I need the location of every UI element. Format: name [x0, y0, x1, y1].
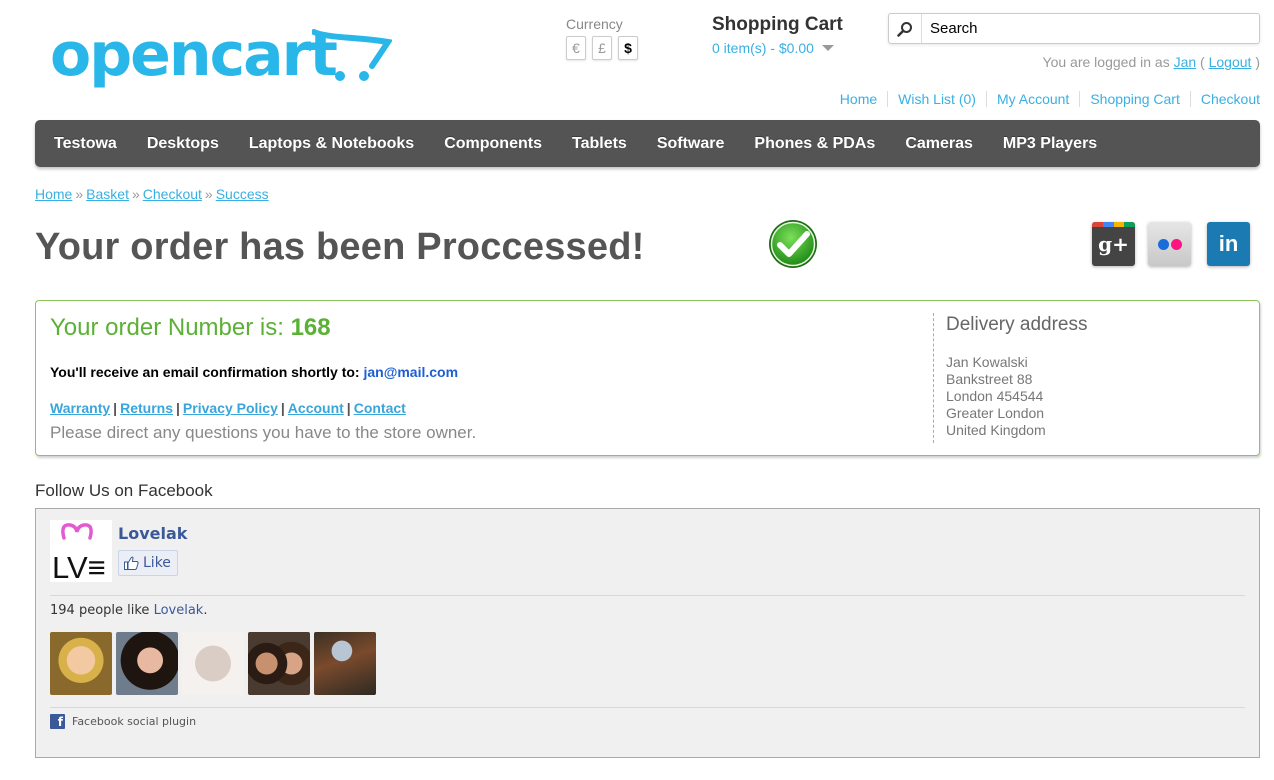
questions-note: Please direct any questions you have to …: [50, 423, 477, 442]
menu-item-mp3-players[interactable]: MP3 Players: [988, 135, 1112, 153]
logo-text: opencart: [50, 20, 338, 90]
fan-avatar[interactable]: [314, 632, 376, 695]
fan-avatar[interactable]: [50, 632, 112, 695]
menu-item-tablets[interactable]: Tablets: [557, 135, 642, 153]
facebook-plugin-footer: f Facebook social plugin: [50, 714, 196, 729]
top-link-my-account[interactable]: My Account: [985, 91, 1079, 107]
menu-item-desktops[interactable]: Desktops: [132, 135, 234, 153]
user-link[interactable]: Jan: [1174, 54, 1197, 70]
page-name-link[interactable]: Lovelak: [154, 603, 204, 618]
top-links: Home Wish List (0) My Account Shopping C…: [830, 91, 1260, 107]
chevron-down-icon: [821, 45, 834, 51]
menu-item-laptops[interactable]: Laptops & Notebooks: [234, 135, 429, 153]
google-plus-icon[interactable]: g+: [1092, 222, 1135, 266]
address-line: United Kingdom: [946, 422, 1046, 438]
breadcrumb-home[interactable]: Home: [35, 186, 72, 202]
delivery-address: Delivery address Jan Kowalski Bankstreet…: [946, 314, 1088, 439]
fan-avatar[interactable]: [248, 632, 310, 695]
breadcrumb-basket[interactable]: Basket: [86, 186, 129, 202]
email-address: jan@mail.com: [363, 364, 459, 380]
top-link-home[interactable]: Home: [830, 91, 887, 107]
like-label: Like: [143, 555, 171, 571]
search-box: [888, 13, 1260, 44]
currency-pound-button[interactable]: £: [592, 36, 612, 60]
like-button[interactable]: Like: [118, 550, 178, 576]
divider: [933, 313, 934, 443]
currency-selector: Currency € £ $: [566, 16, 638, 60]
like-count: 194 people like Lovelak.: [50, 603, 208, 618]
account-link[interactable]: Account: [288, 400, 344, 416]
opencart-logo[interactable]: opencart: [50, 22, 395, 92]
search-icon[interactable]: [889, 14, 922, 43]
thumbs-up-icon: [124, 556, 139, 570]
menu-item-testowa[interactable]: Testowa: [39, 135, 132, 153]
breadcrumb-checkout[interactable]: Checkout: [143, 186, 202, 202]
returns-link[interactable]: Returns: [120, 400, 173, 416]
currency-dollar-button[interactable]: $: [618, 36, 638, 60]
linkedin-icon[interactable]: in: [1207, 222, 1250, 266]
fan-avatar[interactable]: [182, 632, 244, 695]
menu-item-components[interactable]: Components: [429, 135, 557, 153]
cart-summary-dropdown[interactable]: 0 item(s) - $0.00: [712, 40, 843, 56]
delivery-title: Delivery address: [946, 314, 1088, 335]
fan-avatar[interactable]: [116, 632, 178, 695]
breadcrumb-success[interactable]: Success: [216, 186, 269, 202]
order-number-value: 168: [290, 314, 331, 341]
flickr-icon[interactable]: [1148, 222, 1191, 266]
heart-logo-icon: LV≡: [52, 523, 106, 585]
logout-link[interactable]: Logout: [1209, 54, 1252, 70]
email-confirmation: You'll receive an email confirmation sho…: [50, 364, 459, 380]
checkmark-icon: [769, 220, 817, 268]
order-number: Your order Number is: 168: [50, 314, 331, 341]
divider: [50, 595, 1245, 596]
address-line: Jan Kowalski: [946, 354, 1028, 370]
top-link-shopping-cart[interactable]: Shopping Cart: [1079, 91, 1190, 107]
page-avatar[interactable]: LV≡: [50, 520, 112, 585]
contact-link[interactable]: Contact: [354, 400, 406, 416]
privacy-policy-link[interactable]: Privacy Policy: [183, 400, 278, 416]
welcome-text: You are logged in as Jan ( Logout ): [1042, 54, 1260, 70]
top-link-checkout[interactable]: Checkout: [1189, 91, 1260, 107]
category-menu: Testowa Desktops Laptops & Notebooks Com…: [35, 120, 1260, 167]
menu-item-cameras[interactable]: Cameras: [890, 135, 988, 153]
cart-logo-icon: [312, 29, 392, 81]
page-title: Your order has been Proccessed!: [35, 226, 645, 268]
warranty-link[interactable]: Warranty: [50, 400, 110, 416]
address-line: Bankstreet 88: [946, 371, 1033, 387]
menu-item-phones[interactable]: Phones & PDAs: [739, 135, 890, 153]
facebook-heading: Follow Us on Facebook: [35, 481, 213, 500]
address-line: London 454544: [946, 388, 1044, 404]
top-link-wishlist[interactable]: Wish List (0): [887, 91, 986, 107]
divider: [50, 707, 1245, 708]
menu-item-software[interactable]: Software: [642, 135, 740, 153]
facebook-icon[interactable]: f: [50, 714, 65, 729]
order-confirmation-box: Your order Number is: 168 You'll receive…: [35, 300, 1260, 456]
currency-label: Currency: [566, 16, 623, 32]
page-name-link[interactable]: Lovelak: [118, 524, 187, 543]
info-links: Warranty | Returns | Privacy Policy | Account |…: [50, 400, 406, 416]
header-cart: Shopping Cart 0 item(s) - $0.00: [712, 14, 843, 56]
address-line: Greater London: [946, 405, 1045, 421]
search-input[interactable]: [922, 15, 1259, 42]
cart-title: Shopping Cart: [712, 14, 843, 35]
logo-letters: LV≡: [52, 550, 106, 582]
currency-euro-button[interactable]: €: [566, 36, 586, 60]
fan-avatars: [50, 632, 376, 695]
cart-summary-text: 0 item(s) - $0.00: [712, 40, 814, 56]
breadcrumb: Home» Basket» Checkout» Success: [35, 186, 269, 202]
facebook-like-box: LV≡ Lovelak Like 194 people like Lovelak…: [35, 508, 1260, 758]
plugin-label[interactable]: Facebook social plugin: [72, 715, 196, 728]
